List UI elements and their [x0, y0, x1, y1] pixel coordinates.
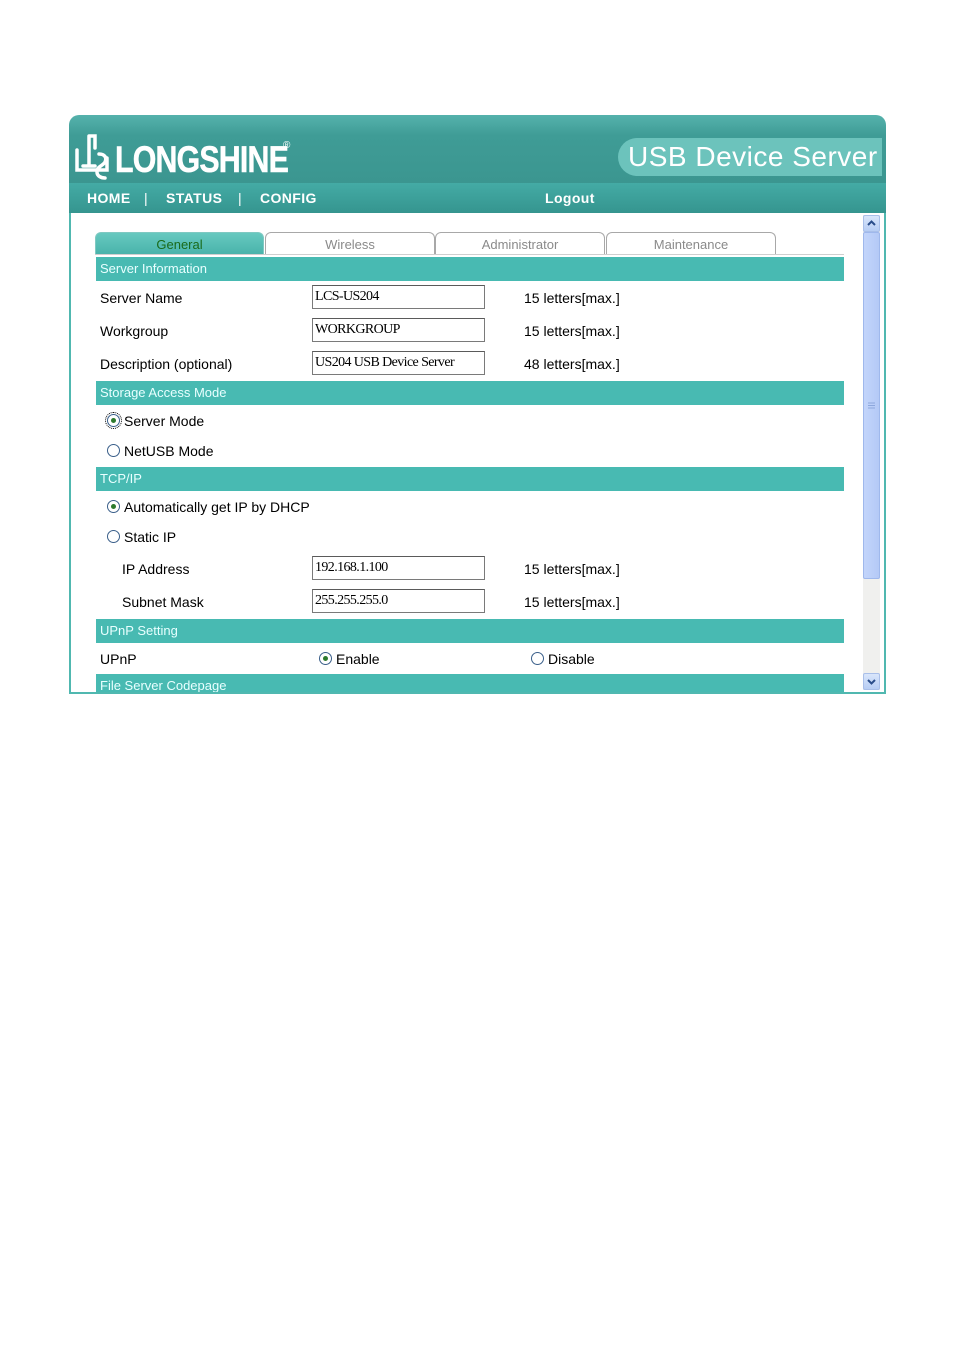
chevron-up-icon	[867, 220, 876, 226]
section-file-server-codepage: File Server Codepage	[96, 674, 844, 692]
registered-mark: ®	[283, 140, 291, 151]
server-name-input[interactable]: LCS-US204	[312, 285, 485, 309]
subnet-mask-input[interactable]: 255.255.255.0	[312, 589, 485, 613]
tab-underline	[95, 254, 844, 255]
dhcp-label: Automatically get IP by DHCP	[124, 499, 310, 515]
netusb-mode-radio[interactable]	[107, 444, 120, 457]
brand-name: LONGSHINE	[115, 139, 289, 181]
static-ip-radio[interactable]	[107, 530, 120, 543]
grip-icon	[868, 402, 875, 409]
header-banner: LONGSHINE ® USB Device Server	[69, 115, 886, 183]
subnet-mask-hint: 15 letters[max.]	[524, 594, 620, 610]
ip-address-input[interactable]: 192.168.1.100	[312, 556, 485, 580]
scroll-thumb[interactable]	[863, 232, 880, 579]
nav-separator: |	[238, 190, 243, 206]
workgroup-label: Workgroup	[100, 323, 169, 339]
server-mode-radio[interactable]	[105, 412, 122, 429]
netusb-mode-label: NetUSB Mode	[124, 443, 214, 459]
upnp-disable-radio[interactable]	[531, 652, 544, 665]
scroll-down-button[interactable]	[863, 673, 880, 690]
ip-address-hint: 15 letters[max.]	[524, 561, 620, 577]
section-server-information: Server Information	[96, 257, 844, 281]
top-nav: HOME | STATUS | CONFIG Logout	[69, 183, 886, 213]
tab-administrator[interactable]: Administrator	[435, 232, 605, 254]
longshine-logo-icon	[75, 134, 109, 180]
server-name-label: Server Name	[100, 290, 183, 306]
upnp-enable-radio[interactable]	[319, 652, 332, 665]
workgroup-input[interactable]: WORKGROUP	[312, 318, 485, 342]
section-upnp-setting: UPnP Setting	[96, 619, 844, 643]
vertical-scrollbar[interactable]	[863, 215, 880, 690]
product-title: USB Device Server	[618, 138, 882, 176]
server-name-hint: 15 letters[max.]	[524, 290, 620, 306]
description-label: Description (optional)	[100, 356, 233, 372]
nav-config[interactable]: CONFIG	[260, 190, 317, 206]
workgroup-hint: 15 letters[max.]	[524, 323, 620, 339]
server-mode-label: Server Mode	[124, 413, 205, 429]
section-tcpip: TCP/IP	[96, 467, 844, 491]
chevron-down-icon	[867, 679, 876, 685]
nav-home[interactable]: HOME	[87, 190, 131, 206]
section-storage-access-mode: Storage Access Mode	[96, 381, 844, 405]
scroll-up-button[interactable]	[863, 215, 880, 232]
upnp-label: UPnP	[100, 651, 137, 667]
description-hint: 48 letters[max.]	[524, 356, 620, 372]
upnp-disable-label: Disable	[548, 651, 595, 667]
web-admin-frame: LONGSHINE ® USB Device Server HOME | STA…	[69, 115, 886, 694]
tab-maintenance[interactable]: Maintenance	[606, 232, 776, 254]
nav-status[interactable]: STATUS	[166, 190, 222, 206]
config-content: General Wireless Administrator Maintenan…	[69, 213, 886, 694]
ip-address-label: IP Address	[122, 561, 190, 577]
upnp-enable-label: Enable	[336, 651, 380, 667]
subnet-mask-label: Subnet Mask	[122, 594, 204, 610]
description-input[interactable]: US204 USB Device Server	[312, 351, 485, 375]
dhcp-radio[interactable]	[107, 500, 120, 513]
tab-general[interactable]: General	[95, 232, 264, 254]
nav-separator: |	[144, 190, 149, 206]
static-ip-label: Static IP	[124, 529, 177, 545]
nav-logout[interactable]: Logout	[545, 190, 595, 206]
tab-wireless[interactable]: Wireless	[265, 232, 435, 254]
